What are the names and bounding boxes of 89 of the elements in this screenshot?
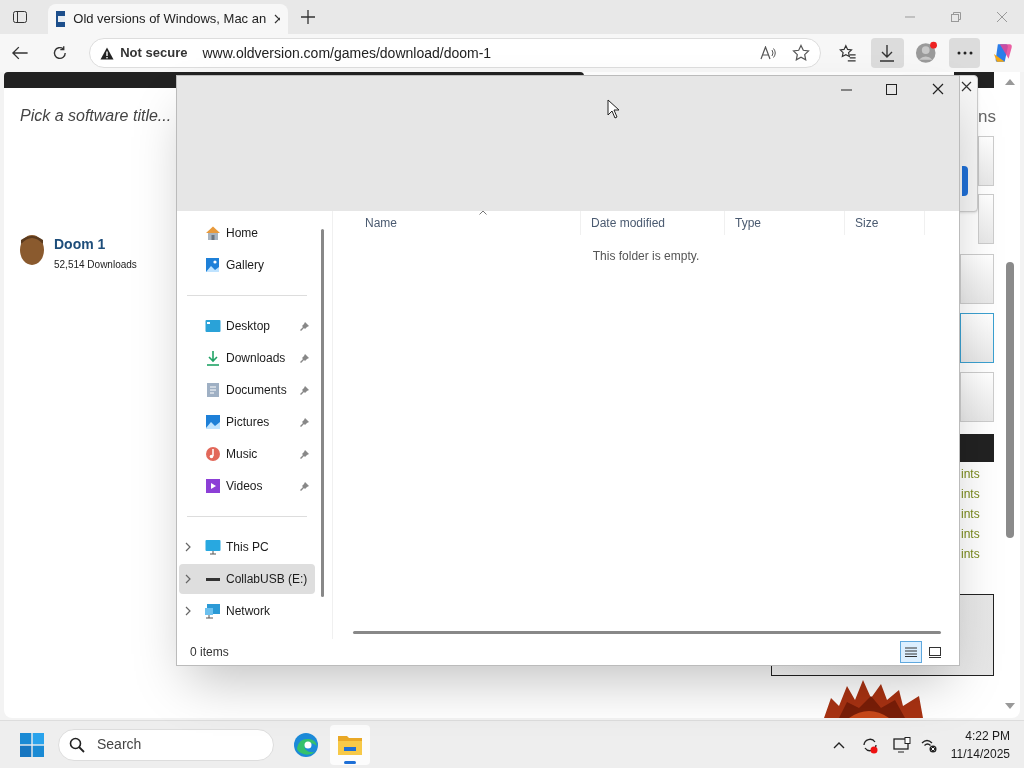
security-label[interactable]: Not secure [120,43,188,63]
pin-icon[interactable] [300,481,309,491]
video-icon [205,478,221,494]
profile-icon[interactable] [913,41,938,65]
scrollbar[interactable] [1006,262,1014,538]
search-field[interactable]: Pick a software title... [20,107,172,124]
maximize-icon[interactable] [886,84,897,95]
game-icon[interactable] [18,234,46,266]
column-header[interactable]: Date modified [581,211,725,235]
clock-date[interactable]: 11/14/2025 [950,744,1010,763]
pin-icon[interactable] [300,321,309,331]
new-tab-icon[interactable] [300,9,316,25]
start-icon[interactable] [20,732,44,757]
nav-item[interactable]: Gallery [179,250,315,280]
game-title-link[interactable]: Doom 1 [54,234,137,255]
more-icon [956,51,973,55]
pictures-icon [205,414,221,430]
menu-button[interactable] [949,38,981,68]
refresh-icon[interactable] [51,45,68,61]
section-heading: ns [978,106,996,128]
chevron-right-icon[interactable] [185,542,191,552]
nav-scrollbar[interactable] [321,229,324,597]
scroll-up-icon[interactable] [1005,78,1015,86]
nav-item[interactable]: Network [179,596,315,626]
column-header[interactable]: Size [845,211,925,235]
drive-icon [206,577,220,581]
points-link[interactable]: ints [961,527,980,541]
home-icon [205,225,221,241]
chevron-up-icon[interactable] [832,740,845,749]
download-icon [205,350,221,366]
points-link[interactable]: ints [961,547,980,561]
network-icon [205,603,221,619]
browser-tab[interactable]: Old versions of Windows, Mac an [48,4,288,34]
document-icon [205,382,221,398]
details-view-icon [905,647,917,657]
nav-item[interactable]: Documents [179,375,315,405]
site-icon [56,11,66,27]
file-explorer-button[interactable] [330,724,370,765]
side-button[interactable] [960,313,994,363]
nav-item[interactable]: Home [179,218,315,248]
points-link[interactable]: ints [961,467,980,481]
points-link[interactable]: ints [961,487,980,501]
chevron-right-icon[interactable] [185,606,191,616]
pin-icon[interactable] [300,449,309,459]
restore-icon[interactable] [950,11,962,23]
mouse-pointer-icon [607,99,620,119]
desktop-icon [205,318,221,334]
nav-item[interactable]: CollabUSB (E:) [179,564,315,594]
address-bar[interactable]: Not secure www.oldversion.com/games/download/doom-1 [89,38,821,68]
favorites-icon[interactable] [838,44,857,62]
tab-actions-icon[interactable] [12,9,28,25]
search-field[interactable]: Search [58,728,274,761]
nav-item[interactable]: Pictures [179,407,315,437]
nav-item[interactable]: Videos [179,471,315,501]
read-aloud-icon[interactable] [759,46,776,60]
copilot-icon[interactable] [992,42,1014,64]
horizontal-scrollbar[interactable] [353,631,941,634]
download-count: 52,514 Downloads [54,258,137,272]
tiles-view-icon [929,646,941,658]
popup-button[interactable] [962,166,968,196]
download-icon [879,44,896,62]
nav-item[interactable]: Music [179,439,315,469]
scroll-down-icon[interactable] [1005,702,1015,710]
minimize-icon[interactable] [841,89,852,92]
warning-icon [100,46,115,60]
nav-item[interactable]: Desktop [179,311,315,341]
browser-logo-icon [293,731,319,758]
points-link[interactable]: ints [961,507,980,521]
monitor-icon[interactable] [892,736,911,753]
column-header[interactable]: Name [333,211,581,235]
nav-item[interactable]: This PC [179,532,315,562]
computer-icon [205,539,221,555]
nav-item[interactable]: Downloads [179,343,315,373]
details-view-button[interactable] [900,641,922,663]
pin-icon[interactable] [300,353,309,363]
chevron-right-icon[interactable] [185,574,191,584]
search-icon [69,736,85,753]
favorite-icon[interactable] [791,44,810,62]
item-count: 0 items [190,644,229,661]
url-text: www.oldversion.com/games/download/doom-1 [202,43,492,63]
music-icon [205,446,221,462]
clock-time[interactable]: 4:22 PM [965,726,1010,745]
downloads-button[interactable] [870,38,904,68]
column-header[interactable]: Type [725,211,845,235]
empty-folder-message: This folder is empty. [592,248,700,265]
pin-icon[interactable] [300,417,309,427]
back-icon[interactable] [11,45,29,61]
pin-icon[interactable] [300,385,309,395]
gallery-icon [205,257,221,273]
